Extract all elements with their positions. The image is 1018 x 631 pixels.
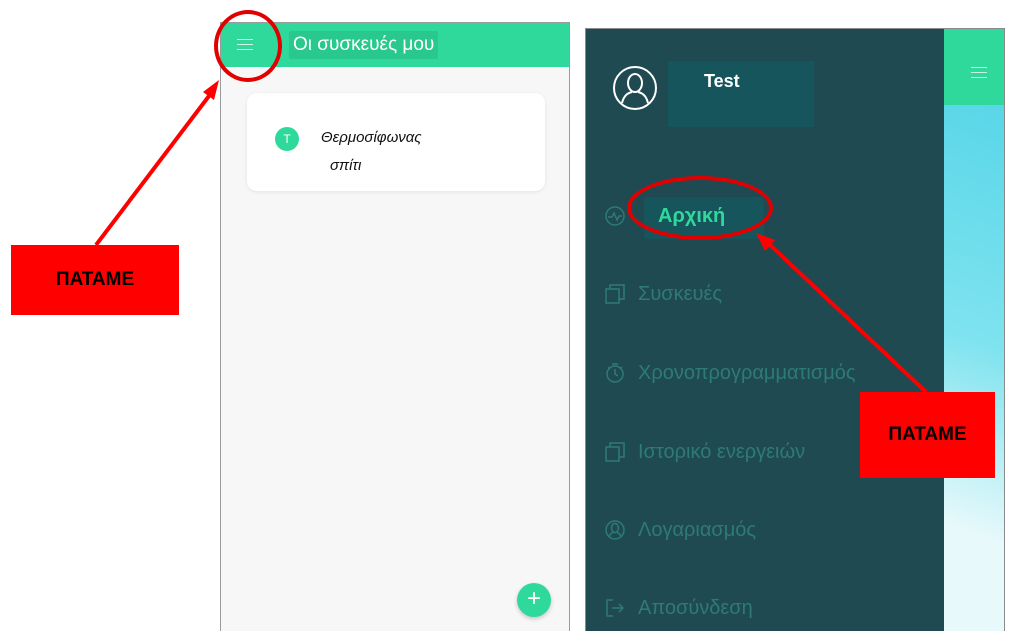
user-avatar-icon <box>613 66 657 110</box>
menu-item-history-label: Ιστορικό ενεργειών <box>638 440 806 463</box>
page-title: Οι συσκευές μου <box>289 31 439 59</box>
device-location: σπίτι <box>330 157 362 174</box>
background-hamburger-icon <box>971 65 987 81</box>
user-icon <box>605 520 625 540</box>
add-device-button[interactable]: + <box>517 583 551 617</box>
user-name: Test <box>704 71 740 91</box>
user-info: Test <box>668 61 814 127</box>
annotation-callout-left: ΠΑΤΑΜΕ <box>11 245 179 315</box>
menu-item-devices-label: Συσκευές <box>638 282 723 305</box>
highlight-ring-hamburger <box>214 10 282 82</box>
stopwatch-icon <box>606 363 624 383</box>
menu-item-devices[interactable]: Συσκευές <box>604 279 722 309</box>
logout-icon <box>606 599 625 617</box>
copy-icon <box>605 442 625 462</box>
copy-icon <box>605 284 625 304</box>
device-avatar: T <box>275 127 299 151</box>
background-graphic <box>941 105 1004 631</box>
menu-item-account-label: Λογαριασμός <box>638 518 757 541</box>
device-card[interactable]: T Θερμοσίφωνας σπίτι <box>247 93 545 191</box>
menu-item-account[interactable]: Λογαριασμός <box>604 515 756 545</box>
highlight-ring-home <box>627 176 773 240</box>
annotation-callout-right: ΠΑΤΑΜΕ <box>860 392 995 478</box>
menu-item-history[interactable]: Ιστορικό ενεργειών <box>604 437 805 467</box>
menu-item-logout-label: Αποσύνδεση <box>638 596 753 619</box>
navigation-drawer: Test Αρχική Συσκευές Χρονοπρογραμματισμό… <box>586 29 944 631</box>
device-name: Θερμοσίφωνας <box>321 129 422 146</box>
menu-item-logout[interactable]: Αποσύνδεση <box>604 593 753 623</box>
navigation-drawer-screen: Test Αρχική Συσκευές Χρονοπρογραμματισμό… <box>585 28 1005 631</box>
devices-screen: Οι συσκευές μου T Θερμοσίφωνας σπίτι + <box>220 22 570 631</box>
menu-item-scheduling-label: Χρονοπρογραμματισμός <box>638 361 856 384</box>
activity-icon <box>605 206 625 226</box>
menu-item-scheduling[interactable]: Χρονοπρογραμματισμός <box>604 358 856 388</box>
